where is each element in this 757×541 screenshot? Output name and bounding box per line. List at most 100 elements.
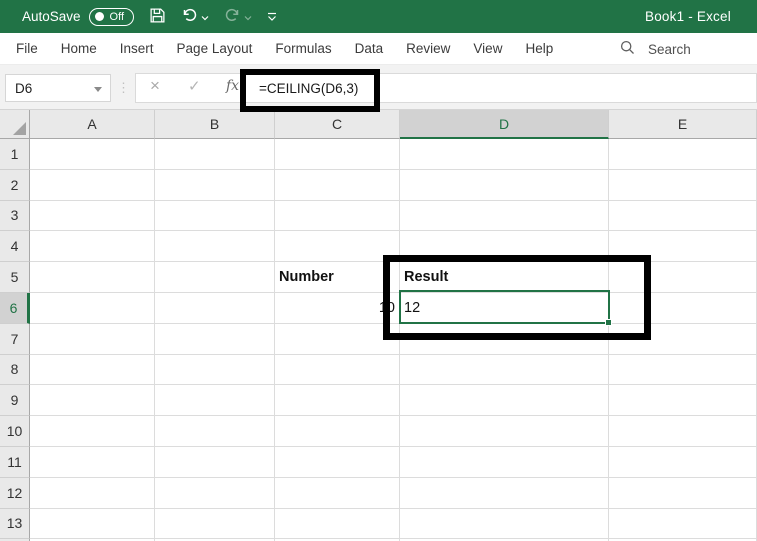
cell-E3[interactable] [609,200,757,232]
cell-B7[interactable] [155,323,275,355]
row-header-8[interactable]: 8 [0,354,30,386]
cell-B3[interactable] [155,200,275,232]
cell-D11[interactable] [400,446,609,478]
column-header-c[interactable]: C [275,110,400,139]
save-button[interactable] [149,7,166,27]
tab-review[interactable]: Review [406,41,450,56]
column-header-e[interactable]: E [609,110,757,139]
row-header-12[interactable]: 12 [0,477,30,509]
cell-E2[interactable] [609,169,757,201]
cell-B13[interactable] [155,508,275,540]
cell-B8[interactable] [155,354,275,386]
cell-A11[interactable] [30,446,155,478]
cell-A3[interactable] [30,200,155,232]
cell-E1[interactable] [609,139,757,170]
cell-A10[interactable] [30,416,155,447]
cell-D13[interactable] [400,508,609,540]
row-header-3[interactable]: 3 [0,200,30,232]
cell-B1[interactable] [155,139,275,170]
cell-C2[interactable] [275,169,400,201]
cell-C12[interactable] [275,477,400,509]
row-header-6[interactable]: 6 [0,292,30,324]
quick-access-toolbar-button[interactable] [267,9,277,24]
cell-E6[interactable] [609,292,757,324]
row-header-11[interactable]: 11 [0,446,30,478]
cell-A7[interactable] [30,323,155,355]
select-all-button[interactable] [0,110,30,139]
cell-B10[interactable] [155,416,275,447]
cell-B2[interactable] [155,169,275,201]
cell-E4[interactable] [609,231,757,263]
cell-B9[interactable] [155,385,275,417]
cell-D1[interactable] [400,139,609,170]
row-header-4[interactable]: 4 [0,231,30,263]
cell-E12[interactable] [609,477,757,509]
undo-dropdown-icon[interactable] [201,9,209,24]
cell-C5[interactable]: Number [275,262,400,293]
row-header-2[interactable]: 2 [0,169,30,201]
name-box[interactable]: D6 [5,74,111,102]
row-header-10[interactable]: 10 [0,416,30,447]
cell-E13[interactable] [609,508,757,540]
cell-C3[interactable] [275,200,400,232]
autosave-control[interactable]: AutoSave Off [22,7,135,26]
cell-E10[interactable] [609,416,757,447]
cell-E8[interactable] [609,354,757,386]
row-header-13[interactable]: 13 [0,508,30,540]
formula-text[interactable]: =CEILING(D6,3) [259,74,358,102]
undo-button[interactable] [181,7,209,26]
cell-A2[interactable] [30,169,155,201]
row-header-7[interactable]: 7 [0,323,30,355]
tab-view[interactable]: View [473,41,502,56]
name-box-dropdown-icon[interactable] [94,87,102,92]
tab-home[interactable]: Home [61,41,97,56]
cell-A6[interactable] [30,292,155,324]
spreadsheet-grid[interactable]: ABCDE12345NumberResult610127891011121314 [0,110,757,541]
cell-C8[interactable] [275,354,400,386]
cell-E11[interactable] [609,446,757,478]
cell-C11[interactable] [275,446,400,478]
cell-B5[interactable] [155,262,275,293]
autosave-toggle[interactable]: Off [88,7,135,26]
enter-icon[interactable]: ✓ [188,77,201,95]
column-header-a[interactable]: A [30,110,155,139]
cancel-icon[interactable]: × [150,76,160,96]
cell-C9[interactable] [275,385,400,417]
row-header-5[interactable]: 5 [0,262,30,293]
cell-A4[interactable] [30,231,155,263]
tab-formulas[interactable]: Formulas [275,41,331,56]
cell-C4[interactable] [275,231,400,263]
tab-insert[interactable]: Insert [120,41,154,56]
tab-data[interactable]: Data [355,41,384,56]
search-box[interactable]: Search [620,33,691,65]
cell-A5[interactable] [30,262,155,293]
cell-D3[interactable] [400,200,609,232]
cell-C7[interactable] [275,323,400,355]
formula-input-area[interactable]: × ✓ fx =CEILING(D6,3) [135,73,757,103]
cell-D8[interactable] [400,354,609,386]
column-header-d[interactable]: D [400,110,609,139]
tab-page-layout[interactable]: Page Layout [177,41,253,56]
tab-file[interactable]: File [16,41,38,56]
cell-C10[interactable] [275,416,400,447]
cell-D9[interactable] [400,385,609,417]
cell-A8[interactable] [30,354,155,386]
cell-D12[interactable] [400,477,609,509]
cell-C6[interactable]: 10 [275,292,400,324]
column-header-b[interactable]: B [155,110,275,139]
cell-D2[interactable] [400,169,609,201]
cell-D4[interactable] [400,231,609,263]
cell-D10[interactable] [400,416,609,447]
insert-function-icon[interactable]: fx [226,78,239,94]
cell-B4[interactable] [155,231,275,263]
cell-D5[interactable]: Result [400,262,609,293]
cell-E7[interactable] [609,323,757,355]
cell-D6[interactable]: 12 [400,292,609,324]
cell-A9[interactable] [30,385,155,417]
cell-D7[interactable] [400,323,609,355]
cell-B6[interactable] [155,292,275,324]
cell-E9[interactable] [609,385,757,417]
row-header-1[interactable]: 1 [0,139,30,170]
tab-help[interactable]: Help [525,41,553,56]
cell-C1[interactable] [275,139,400,170]
